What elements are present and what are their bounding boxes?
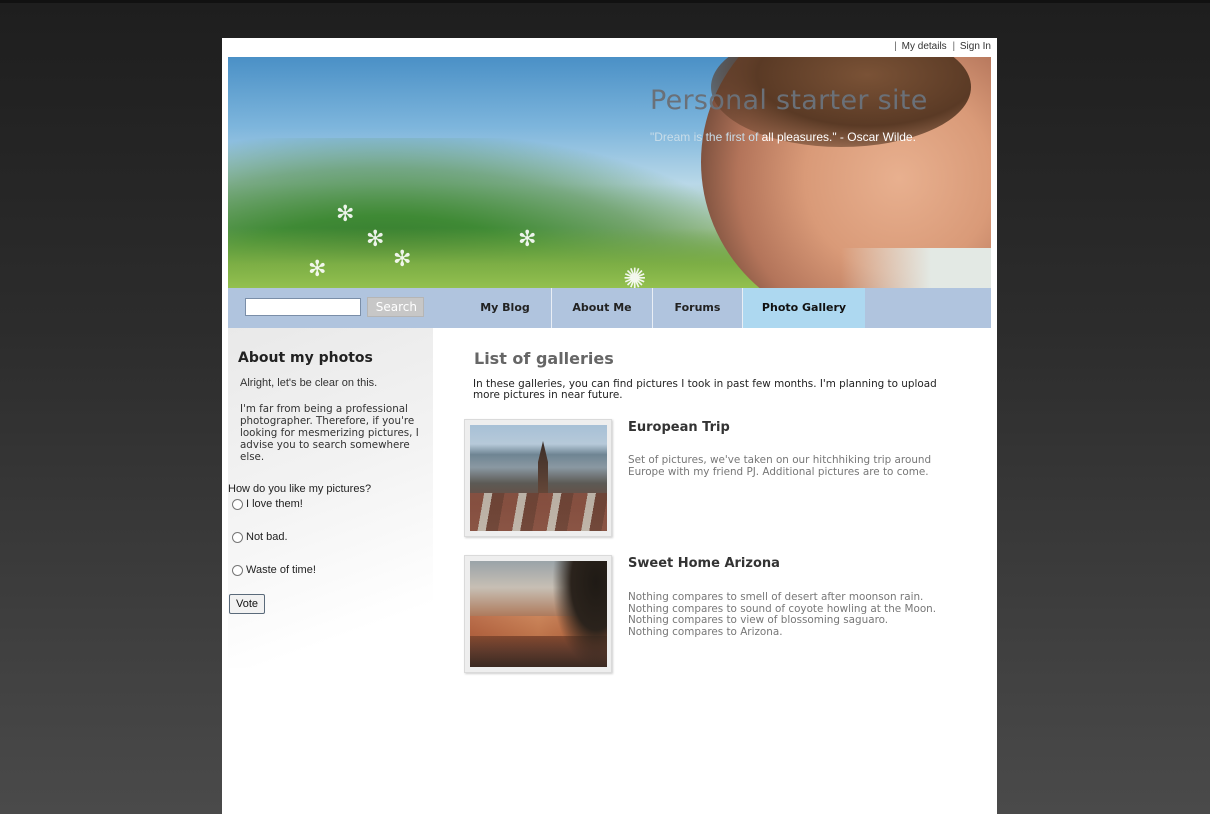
site-quote-main: all pleasures." - Oscar Wilde. [758, 130, 916, 144]
town-roofs [470, 493, 607, 531]
search-button[interactable]: Search [367, 297, 424, 317]
poll-radio[interactable] [232, 564, 243, 576]
page-title: List of galleries [474, 349, 614, 368]
poll-option-label: Waste of time! [246, 564, 316, 576]
banner-sweater [841, 248, 991, 288]
site-title: Personal starter site [650, 85, 928, 116]
search-input[interactable] [245, 298, 361, 316]
poll-option-not-bad[interactable]: Not bad. [232, 531, 288, 543]
gallery-description: Nothing compares to smell of desert afte… [628, 591, 968, 638]
tree-silhouette [552, 561, 607, 667]
gallery-description: Set of pictures, we've taken on our hitc… [628, 454, 932, 478]
nav-item-my-blog[interactable]: My Blog [460, 288, 550, 328]
site-quote: "Dream is the first of all pleasures." -… [650, 130, 916, 144]
window-top-edge [0, 0, 1210, 3]
gallery-description-line: Nothing compares to smell of desert afte… [628, 591, 924, 603]
nav-item-forums[interactable]: Forums [652, 288, 742, 328]
dandelion-seed-icon: ✻ [393, 247, 412, 272]
gallery-description-line: Nothing compares to view of blossoming s… [628, 614, 889, 626]
poll-option-love[interactable]: I love them! [232, 498, 303, 510]
header-banner: ✻ ✻ ✻ ✻ ✻ ✺ Personal starter site "Dream… [228, 57, 991, 288]
dandelion-seed-icon: ✻ [308, 257, 327, 282]
sign-in-link[interactable]: Sign In [960, 41, 991, 52]
sidebar: About my photos Alright, let's be clear … [228, 328, 433, 668]
top-links: | My details | Sign In [891, 41, 991, 52]
gallery-image [470, 561, 607, 667]
gallery-thumbnail-european-trip[interactable] [464, 419, 612, 537]
sidebar-title: About my photos [238, 350, 373, 366]
dandelion-seed-icon: ✻ [336, 202, 355, 227]
poll-option-label: I love them! [246, 498, 303, 510]
dandelion-flower-icon: ✺ [623, 262, 647, 288]
page-intro: In these galleries, you can find picture… [473, 378, 937, 401]
nav-item-about-me[interactable]: About Me [551, 288, 652, 328]
church-spire [538, 441, 548, 501]
dandelion-seed-icon: ✻ [518, 227, 537, 252]
poll-radio[interactable] [232, 531, 243, 543]
gallery-title-sweet-home-arizona[interactable]: Sweet Home Arizona [628, 556, 780, 571]
dandelion-seed-icon: ✻ [366, 227, 385, 252]
poll-option-waste[interactable]: Waste of time! [232, 564, 316, 576]
site-quote-faded: "Dream is the first of [650, 130, 759, 144]
sidebar-paragraph: Alright, let's be clear on this. [240, 377, 378, 389]
vote-button[interactable]: Vote [229, 594, 265, 614]
gallery-title-european-trip[interactable]: European Trip [628, 420, 730, 435]
poll-option-label: Not bad. [246, 531, 288, 543]
nav-bar: Search My Blog About Me Forums Photo Gal… [228, 288, 991, 328]
gallery-image [470, 425, 607, 531]
page-container: | My details | Sign In ✻ ✻ ✻ ✻ ✻ ✺ Perso… [222, 38, 997, 814]
my-details-link[interactable]: My details [902, 41, 947, 52]
top-links-separator: | [952, 41, 956, 52]
gallery-description-line: Nothing compares to Arizona. [628, 625, 783, 638]
top-links-separator: | [894, 41, 897, 52]
nav-item-photo-gallery[interactable]: Photo Gallery [742, 288, 865, 328]
sidebar-paragraph: I'm far from being a professional photog… [240, 403, 419, 463]
poll-radio[interactable] [232, 498, 243, 510]
gallery-thumbnail-sweet-home-arizona[interactable] [464, 555, 612, 673]
poll-question: How do you like my pictures? [228, 483, 372, 495]
